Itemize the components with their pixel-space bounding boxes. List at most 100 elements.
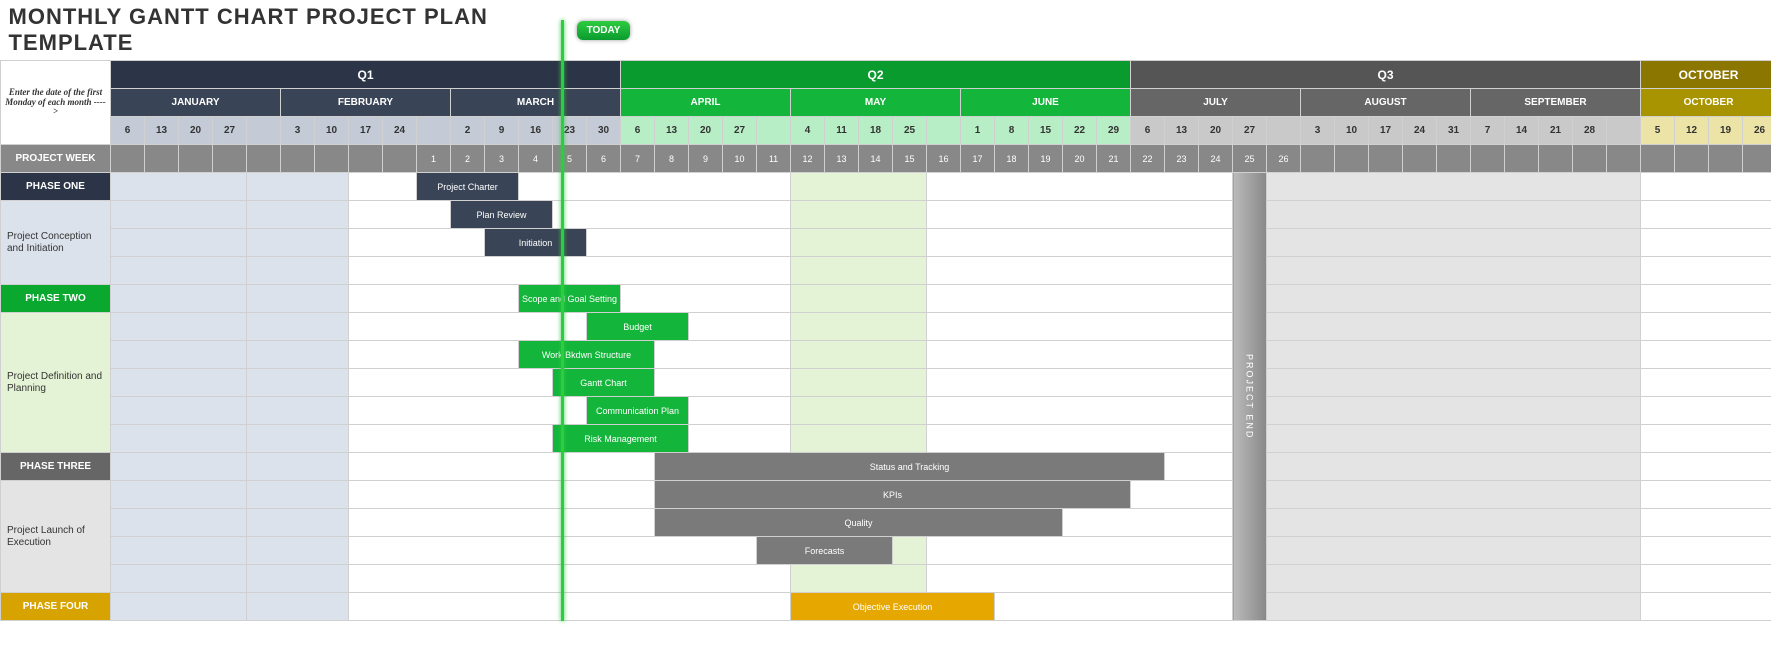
task-row: Gantt Chart [1,369,1771,397]
task-row: Forecasts [1,537,1771,565]
phase-two-label: PHASE TWO [1,285,111,313]
pw-cell [281,145,315,173]
task-bar-comm[interactable]: Communication Plan [587,397,689,425]
pw-cell: 9 [689,145,723,173]
pw-cell: 11 [757,145,791,173]
project-week-label: PROJECT WEEK [1,145,111,173]
pw-cell [1471,145,1505,173]
quarter-row: Enter the date of the first Monday of ea… [1,61,1771,89]
pw-cell: 1 [417,145,451,173]
task-bar-review[interactable]: Plan Review [451,201,553,229]
task-bar-wbs[interactable]: Work Bkdwn Structure [519,341,655,369]
pw-cell [1403,145,1437,173]
task-bar-objective[interactable]: Objective Execution [791,593,995,621]
month-header: AUGUST [1301,89,1471,117]
phase-four-header-row: PHASE FOUR Objective Execution [1,593,1771,621]
phase-one-label: PHASE ONE [1,173,111,201]
pw-cell: 7 [621,145,655,173]
month-header: OCTOBER [1641,89,1771,117]
day-cell: 21 [1539,117,1573,145]
pw-cell [1335,145,1369,173]
day-cell: 4 [791,117,825,145]
pw-cell: 26 [1267,145,1301,173]
phase-three-desc: Project Launch of Execution [1,481,111,593]
day-cell [417,117,451,145]
pw-cell: 2 [451,145,485,173]
today-line-marker [561,20,564,621]
spacer-row [1,257,1771,285]
task-bar-charter[interactable]: Project Charter [417,173,519,201]
day-cell [757,117,791,145]
phase-three-header-row: PHASE THREE Status and Tracking [1,453,1771,481]
task-row: Communication Plan [1,397,1771,425]
task-bar-scope[interactable]: Scope and Goal Setting [519,285,621,313]
day-cell: 29 [1097,117,1131,145]
pw-cell [1369,145,1403,173]
month-header: APRIL [621,89,791,117]
pw-cell [1607,145,1641,173]
task-row: Risk Management [1,425,1771,453]
day-cell: 3 [281,117,315,145]
day-cell: 20 [179,117,213,145]
month-header: JULY [1131,89,1301,117]
q1-header: Q1 [111,61,621,89]
today-badge: TODAY [577,21,631,40]
task-bar-kpi[interactable]: KPIs [655,481,1131,509]
task-bar-status[interactable]: Status and Tracking [655,453,1165,481]
month-header: JANUARY [111,89,281,117]
q3-header: Q3 [1131,61,1641,89]
day-cell: 6 [621,117,655,145]
day-cell: 20 [1199,117,1233,145]
q4-header: OCTOBER [1641,61,1771,89]
day-cell: 27 [213,117,247,145]
day-cell [1607,117,1641,145]
pw-cell: 3 [485,145,519,173]
month-header: SEPTEMBER [1471,89,1641,117]
task-bar-risk[interactable]: Risk Management [553,425,689,453]
pw-cell: 19 [1029,145,1063,173]
day-cell: 17 [1369,117,1403,145]
spacer-row [1,565,1771,593]
day-cell: 23 [553,117,587,145]
pw-cell: 20 [1063,145,1097,173]
pw-cell: 5 [553,145,587,173]
phase-two-desc: Project Definition and Planning [1,313,111,453]
day-cell: 9 [485,117,519,145]
day-cell: 31 [1437,117,1471,145]
phase-one-desc: Project Conception and Initiation [1,201,111,285]
pw-cell: 14 [859,145,893,173]
day-cell [927,117,961,145]
task-bar-initiation[interactable]: Initiation [485,229,587,257]
pw-cell: 17 [961,145,995,173]
title-row: MONTHLY GANTT CHART PROJECT PLAN TEMPLAT… [1,0,1771,61]
pw-cell: 13 [825,145,859,173]
pw-cell: 10 [723,145,757,173]
pw-cell [1301,145,1335,173]
pw-cell: 4 [519,145,553,173]
day-cell: 10 [1335,117,1369,145]
q2-header: Q2 [621,61,1131,89]
day-cell [1267,117,1301,145]
day-cell: 12 [1675,117,1709,145]
pw-cell [1743,145,1771,173]
task-bar-quality[interactable]: Quality [655,509,1063,537]
day-cell: 14 [1505,117,1539,145]
task-bar-budget[interactable]: Budget [587,313,689,341]
day-cell: 13 [655,117,689,145]
pw-cell [1641,145,1675,173]
day-cell: 11 [825,117,859,145]
pw-cell [111,145,145,173]
day-cell [247,117,281,145]
day-cell: 28 [1573,117,1607,145]
pw-cell [1675,145,1709,173]
day-cell: 30 [587,117,621,145]
pw-cell [1709,145,1743,173]
pw-cell: 21 [1097,145,1131,173]
task-bar-gantt[interactable]: Gantt Chart [553,369,655,397]
task-row: Project Launch of Execution KPIs [1,481,1771,509]
task-bar-forecasts[interactable]: Forecasts [757,537,893,565]
pw-cell: 6 [587,145,621,173]
pw-cell: 12 [791,145,825,173]
pw-cell: 16 [927,145,961,173]
note-cell: Enter the date of the first Monday of ea… [1,61,111,145]
